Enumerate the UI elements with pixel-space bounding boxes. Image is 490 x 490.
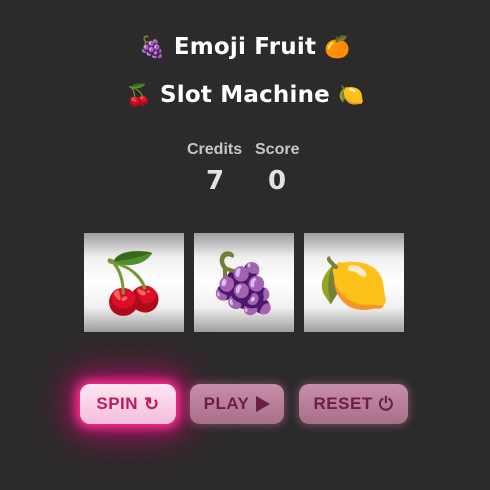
orange-icon: 🍊 <box>324 35 351 59</box>
play-icon <box>256 396 271 412</box>
reel-2: 🍇 <box>194 233 294 332</box>
title-text-2: Slot Machine <box>160 82 330 108</box>
reel-1: 🍒 <box>84 233 184 332</box>
title-line-2: 🍒 Slot Machine 🍋 <box>0 82 490 108</box>
reset-label: RESET <box>313 394 373 413</box>
title-text-1: Emoji Fruit <box>173 34 317 60</box>
grapes-icon: 🍇 <box>139 35 166 59</box>
spin-label: SPIN <box>96 394 139 413</box>
score-value: 0 <box>267 166 287 196</box>
play-label: PLAY <box>203 394 250 413</box>
refresh-icon: ↻ <box>144 393 160 414</box>
lemon-icon: 🍋 <box>317 248 391 317</box>
power-icon: ⏻ <box>378 393 394 414</box>
play-button[interactable]: PLAY <box>190 384 284 424</box>
reset-button[interactable]: RESET ⏻ <box>299 384 408 424</box>
spin-button[interactable]: SPIN ↻ <box>80 384 176 424</box>
lemon-icon: 🍋 <box>338 83 365 107</box>
credits-label: Credits <box>187 141 243 158</box>
reel-3: 🍋 <box>304 233 404 332</box>
cherry-icon: 🍒 <box>97 248 171 317</box>
credits-value: 7 <box>205 166 225 196</box>
cherry-icon: 🍒 <box>125 83 152 107</box>
grapes-icon: 🍇 <box>207 248 281 317</box>
title-line-1: 🍇 Emoji Fruit 🍊 <box>0 34 490 60</box>
score-label: Score <box>255 141 300 158</box>
